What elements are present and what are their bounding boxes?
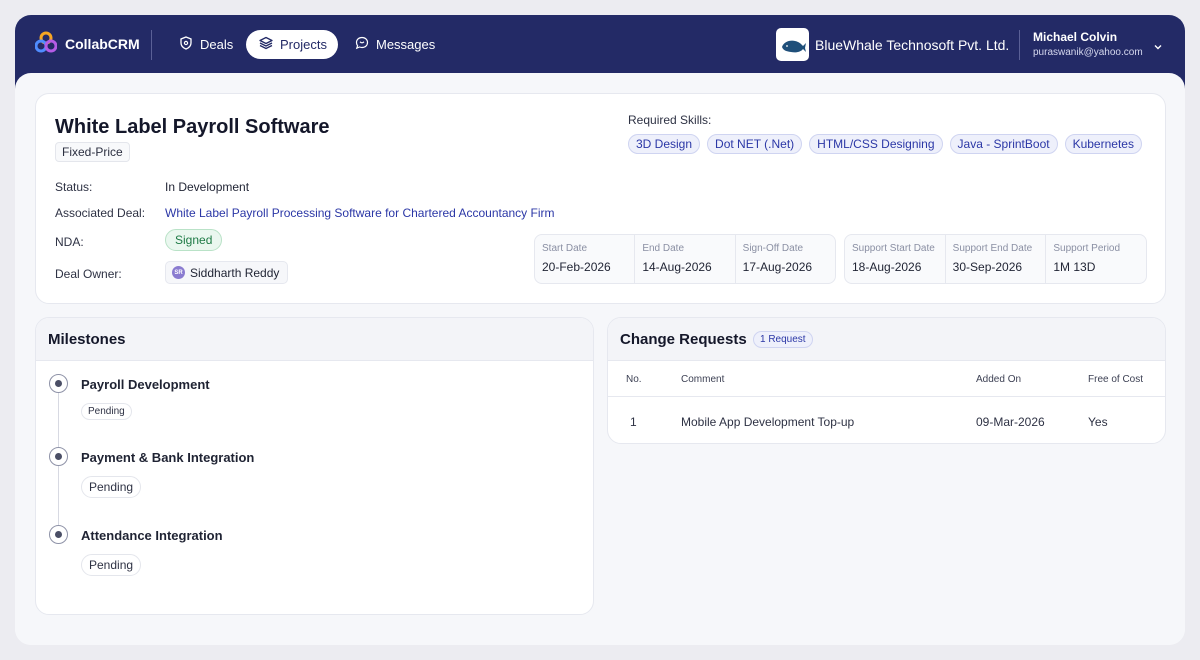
milestones-card: Milestones Payroll Development Pending P…	[35, 317, 594, 615]
date-label: Sign-Off Date	[742, 243, 804, 254]
column-header-comment: Comment	[681, 374, 725, 385]
divider	[151, 30, 152, 60]
cell-no: 1	[630, 415, 637, 429]
user-name[interactable]: Michael Colvin	[1033, 30, 1117, 44]
request-count-badge: 1 Request	[753, 331, 813, 348]
divider	[1019, 30, 1020, 60]
brand-name: CollabCRM	[65, 36, 140, 52]
project-title: White Label Payroll Software	[55, 116, 330, 138]
column-header-added-on: Added On	[976, 374, 1022, 385]
chat-bubble-icon	[355, 36, 369, 53]
project-summary-card: White Label Payroll Software Fixed-Price…	[35, 93, 1166, 304]
skill-tag: 3D Design	[628, 134, 701, 154]
deal-owner-chip[interactable]: SR Siddharth Reddy	[165, 261, 289, 284]
collabcrm-logo-icon	[34, 31, 58, 58]
change-requests-title: Change Requests	[620, 331, 747, 348]
nda-status-badge: Signed	[165, 229, 223, 251]
divider	[608, 396, 1165, 397]
nav-messages[interactable]: Messages	[342, 30, 448, 59]
cell-added-on: 09-Mar-2026	[976, 415, 1045, 429]
support-dates: Support Start Date 18-Aug-2026 Support E…	[844, 234, 1147, 284]
skills-list: 3D Design Dot NET (.Net) HTML/CSS Design…	[628, 134, 1142, 154]
change-requests-header: Change Requests 1 Request	[608, 318, 1165, 361]
milestone-title[interactable]: Payroll Development	[81, 377, 210, 392]
associated-deal-label: Associated Deal:	[55, 206, 146, 220]
deal-owner-label: Deal Owner:	[55, 267, 122, 281]
date-label: Start Date	[542, 243, 588, 254]
cell-comment: Mobile App Development Top-up	[681, 415, 855, 429]
layers-icon	[259, 36, 273, 53]
date-value: 1M 13D	[1053, 260, 1096, 274]
start-date-cell: Start Date 20-Feb-2026	[535, 235, 636, 283]
chevron-down-icon[interactable]	[1153, 39, 1163, 57]
app-window: CollabCRM Deals Projects Messages BlueWh…	[15, 15, 1185, 645]
column-header-no: No.	[626, 374, 642, 385]
project-dates: Start Date 20-Feb-2026 End Date 14-Aug-2…	[534, 234, 836, 284]
milestone-status-badge: Pending	[81, 476, 142, 498]
required-skills-label: Required Skills:	[628, 113, 712, 127]
nav-deals[interactable]: Deals	[166, 30, 246, 59]
shield-icon	[179, 36, 193, 53]
user-email: puraswanik@yahoo.com	[1033, 47, 1143, 58]
nda-label: NDA:	[55, 235, 84, 249]
deal-owner-name: Siddharth Reddy	[190, 265, 280, 280]
milestone-status-badge: Pending	[81, 554, 142, 576]
milestone-status-badge: Pending	[81, 403, 132, 420]
whale-icon	[781, 40, 806, 52]
end-date-cell: End Date 14-Aug-2026	[635, 235, 736, 283]
skill-tag: Kubernetes	[1064, 134, 1142, 154]
associated-deal-link[interactable]: White Label Payroll Processing Software …	[165, 206, 555, 220]
change-requests-card: Change Requests 1 Request No. Comment Ad…	[607, 317, 1166, 444]
skill-tag: HTML/CSS Designing	[809, 134, 943, 154]
nav-messages-label: Messages	[376, 37, 436, 52]
date-label: Support Start Date	[852, 243, 935, 254]
milestone-marker-icon	[49, 525, 68, 544]
nav-projects-label: Projects	[280, 37, 327, 52]
support-end-date-cell: Support End Date 30-Sep-2026	[946, 235, 1047, 283]
company-logo	[776, 28, 809, 61]
date-label: Support End Date	[952, 243, 1033, 254]
milestone-title[interactable]: Attendance Integration	[81, 528, 223, 543]
sign-off-date-cell: Sign-Off Date 17-Aug-2026	[736, 235, 835, 283]
support-start-date-cell: Support Start Date 18-Aug-2026	[845, 235, 946, 283]
avatar: SR	[172, 266, 185, 279]
date-value: 18-Aug-2026	[852, 260, 922, 274]
status-value: In Development	[165, 180, 250, 194]
support-period-cell: Support Period 1M 13D	[1046, 235, 1146, 283]
status-label: Status:	[55, 180, 93, 194]
date-value: 14-Aug-2026	[642, 260, 712, 274]
date-value: 20-Feb-2026	[542, 260, 611, 274]
cell-free-of-cost: Yes	[1088, 415, 1108, 429]
milestone-title[interactable]: Payment & Bank Integration	[81, 450, 254, 465]
skill-tag: Java - SprintBoot	[949, 134, 1058, 154]
company-name: BlueWhale Technosoft Pvt. Ltd.	[815, 37, 1010, 53]
milestone-marker-icon	[49, 447, 68, 466]
date-value: 30-Sep-2026	[952, 260, 1023, 274]
milestones-title: Milestones	[48, 331, 126, 348]
date-value: 17-Aug-2026	[742, 260, 813, 274]
milestone-marker-icon	[49, 374, 68, 393]
pricing-type-badge: Fixed-Price	[55, 142, 130, 162]
content-area: White Label Payroll Software Fixed-Price…	[15, 73, 1185, 645]
date-label: End Date	[642, 243, 685, 254]
nav-projects[interactable]: Projects	[246, 30, 338, 59]
brand[interactable]: CollabCRM	[34, 31, 140, 58]
nav-deals-label: Deals	[200, 37, 234, 52]
skill-tag: Dot NET (.Net)	[707, 134, 803, 154]
milestones-header: Milestones	[36, 318, 593, 361]
column-header-free-of-cost: Free of Cost	[1088, 374, 1144, 385]
date-label: Support Period	[1053, 243, 1121, 254]
